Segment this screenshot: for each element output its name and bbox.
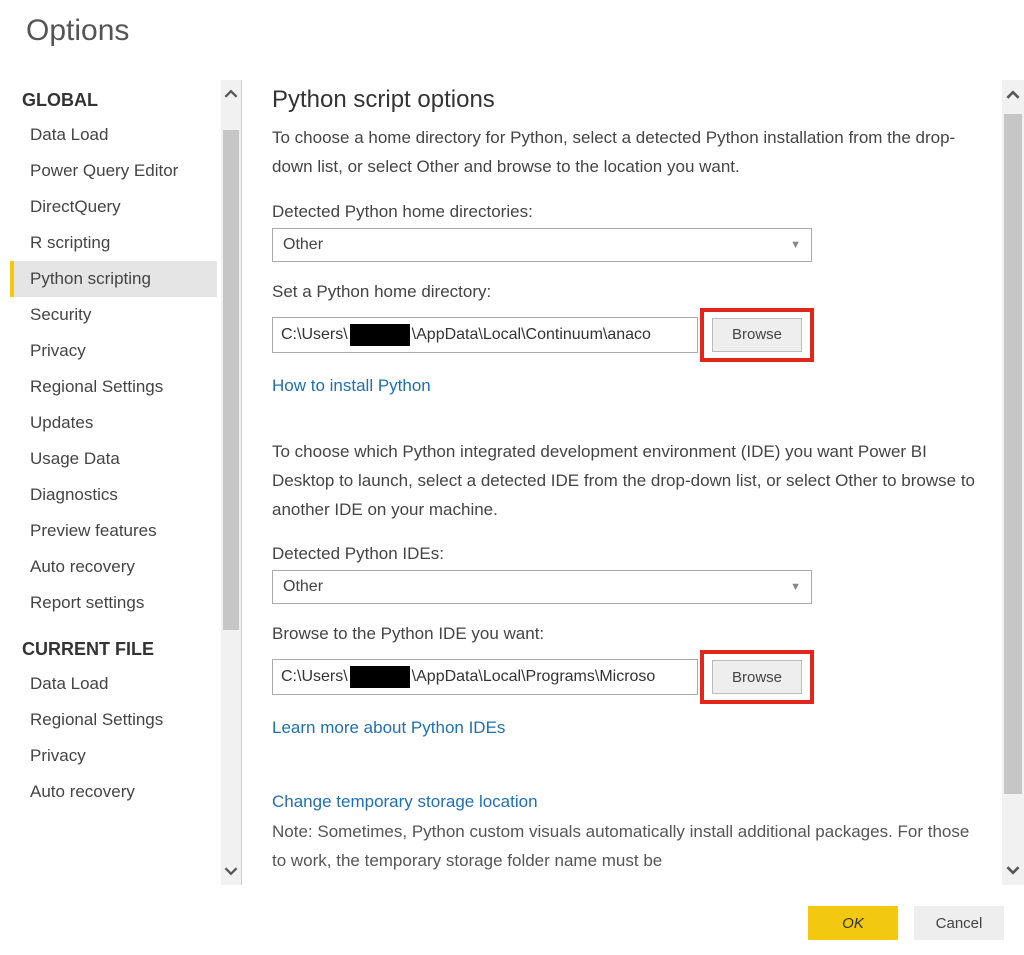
ide-path-row: C:\Users\\AppData\Local\Programs\Microso… [272,650,986,704]
detected-home-value: Other [283,236,323,254]
scrollbar-thumb[interactable] [223,130,239,630]
note-text: Note: Sometimes, Python custom visuals a… [272,818,986,876]
scrollbar-thumb[interactable] [1004,114,1022,794]
ok-button[interactable]: OK [808,906,898,940]
sidebar-item-diagnostics[interactable]: Diagnostics [10,477,217,513]
sidebar: GLOBAL Data LoadPower Query EditorDirect… [10,80,242,885]
chevron-up-icon[interactable] [1006,80,1020,110]
sidebar-item-data-load[interactable]: Data Load [10,666,217,702]
detected-ide-label: Detected Python IDEs: [272,544,986,564]
highlight-frame: Browse [700,308,814,362]
set-home-label: Set a Python home directory: [272,282,986,302]
sidebar-item-usage-data[interactable]: Usage Data [10,441,217,477]
redacted-username [350,324,410,346]
sidebar-scrollbar[interactable] [221,80,241,885]
browse-ide-label: Browse to the Python IDE you want: [272,624,986,644]
sidebar-item-auto-recovery[interactable]: Auto recovery [10,774,217,810]
sidebar-item-regional-settings[interactable]: Regional Settings [10,369,217,405]
options-dialog: Options GLOBAL Data LoadPower Query Edit… [0,0,1024,955]
home-path-input[interactable]: C:\Users\\AppData\Local\Continuum\anaco [272,317,698,353]
redacted-username [350,666,410,688]
sidebar-item-updates[interactable]: Updates [10,405,217,441]
sidebar-item-power-query-editor[interactable]: Power Query Editor [10,153,217,189]
dialog-footer: OK Cancel [0,891,1024,955]
install-python-link[interactable]: How to install Python [272,376,431,396]
home-path-row: C:\Users\\AppData\Local\Continuum\anaco … [272,308,986,362]
ide-intro-text: To choose which Python integrated develo… [272,438,986,525]
detected-home-label: Detected Python home directories: [272,202,986,222]
caret-down-icon: ▼ [790,239,801,251]
sidebar-item-auto-recovery[interactable]: Auto recovery [10,549,217,585]
sidebar-item-privacy[interactable]: Privacy [10,333,217,369]
browse-home-button[interactable]: Browse [712,318,802,352]
caret-down-icon: ▼ [790,581,801,593]
sidebar-item-r-scripting[interactable]: R scripting [10,225,217,261]
chevron-down-icon[interactable] [221,857,241,885]
sidebar-item-privacy[interactable]: Privacy [10,738,217,774]
highlight-frame: Browse [700,650,814,704]
main-scrollbar[interactable] [1002,80,1024,885]
dialog-body: GLOBAL Data LoadPower Query EditorDirect… [10,80,1024,885]
detected-ide-dropdown[interactable]: Other ▼ [272,570,812,604]
main-content: Python script options To choose a home d… [242,80,1002,885]
sidebar-item-regional-settings[interactable]: Regional Settings [10,702,217,738]
sidebar-item-security[interactable]: Security [10,297,217,333]
learn-ide-link[interactable]: Learn more about Python IDEs [272,718,505,738]
sidebar-item-preview-features[interactable]: Preview features [10,513,217,549]
temp-storage-link[interactable]: Change temporary storage location [272,792,538,812]
sidebar-list: GLOBAL Data LoadPower Query EditorDirect… [10,80,221,885]
ide-path-input[interactable]: C:\Users\\AppData\Local\Programs\Microso [272,659,698,695]
main-panel: Python script options To choose a home d… [242,80,1024,885]
sidebar-item-python-scripting[interactable]: Python scripting [10,261,217,297]
sidebar-item-data-load[interactable]: Data Load [10,117,217,153]
chevron-down-icon[interactable] [1002,855,1024,885]
intro-text: To choose a home directory for Python, s… [272,124,986,182]
dialog-title: Options [0,0,1024,56]
sidebar-header-global: GLOBAL [10,80,217,117]
chevron-up-icon[interactable] [221,80,241,108]
cancel-button[interactable]: Cancel [914,906,1004,940]
page-heading: Python script options [272,86,986,114]
detected-ide-value: Other [283,578,323,596]
sidebar-item-report-settings[interactable]: Report settings [10,585,217,621]
sidebar-header-current-file: CURRENT FILE [10,621,217,666]
browse-ide-button[interactable]: Browse [712,660,802,694]
detected-home-dropdown[interactable]: Other ▼ [272,228,812,262]
sidebar-item-directquery[interactable]: DirectQuery [10,189,217,225]
